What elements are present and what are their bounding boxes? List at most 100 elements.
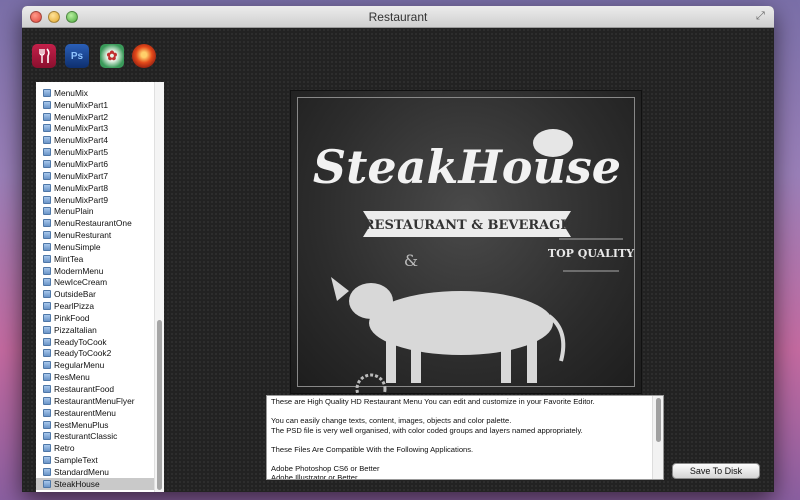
- fork-knife-icon[interactable]: [32, 44, 56, 68]
- list-item-label: SampleText: [54, 455, 98, 466]
- file-icon: [43, 112, 51, 121]
- file-icon: [43, 420, 51, 429]
- list-item-label: PearlPizza: [54, 301, 95, 312]
- template-list-items: MenuMix MenuMixPart1 MenuMixPart2 MenuMixPa…: [36, 87, 154, 490]
- list-item-label: MenuMixPart9: [54, 194, 108, 205]
- list-item[interactable]: MenuMixPart6: [36, 158, 154, 170]
- file-icon: [43, 171, 51, 180]
- file-icon: [43, 396, 51, 405]
- photoshop-icon[interactable]: Ps: [65, 44, 89, 68]
- list-item[interactable]: MenuMixPart9: [36, 194, 154, 206]
- list-item[interactable]: MenuMixPart8: [36, 182, 154, 194]
- preview-banner: RESTAURANT & BEVERAGE: [364, 218, 571, 233]
- list-item[interactable]: PizzaItalian: [36, 324, 154, 336]
- list-item[interactable]: ReadyToCook: [36, 336, 154, 348]
- list-item[interactable]: Retro: [36, 442, 154, 454]
- file-icon: [43, 373, 51, 382]
- list-item[interactable]: MenuMixPart5: [36, 146, 154, 158]
- list-item[interactable]: PinkFood: [36, 312, 154, 324]
- list-item-label: MenuPlain: [54, 206, 94, 217]
- list-item[interactable]: ModernMenu: [36, 265, 154, 277]
- description-scrollbar[interactable]: [652, 396, 663, 479]
- file-icon: [43, 231, 51, 240]
- description-text: These are High Quality HD Restaurant Men…: [271, 397, 649, 479]
- description-line: [271, 454, 649, 464]
- description-line: The PSD file is very well organised, wit…: [271, 425, 583, 435]
- list-item[interactable]: MenuSimple: [36, 241, 154, 253]
- list-item-label: MenuSimple: [54, 241, 101, 252]
- list-item[interactable]: StandardMenu: [36, 466, 154, 478]
- list-item-label: MenuMixPart5: [54, 147, 108, 158]
- list-item-label: ResturantClassic: [54, 431, 118, 442]
- list-item[interactable]: MenuMixPart7: [36, 170, 154, 182]
- file-icon: [43, 124, 51, 133]
- description-line: These are High Quality HD Restaurant Men…: [271, 397, 595, 406]
- template-list[interactable]: MenuMix MenuMixPart1 MenuMixPart2 MenuMixPa…: [36, 82, 164, 492]
- list-item-label: MenuRestaurantOne: [54, 218, 132, 229]
- browser-icon[interactable]: [132, 44, 156, 68]
- file-icon: [43, 444, 51, 453]
- file-icon: [43, 148, 51, 157]
- list-item-label: MenuMixPart1: [54, 99, 108, 110]
- list-item[interactable]: MenuMix: [36, 87, 154, 99]
- list-item[interactable]: RestMenuPlus: [36, 419, 154, 431]
- list-item[interactable]: RestaurentMenu: [36, 407, 154, 419]
- chef-hat: [533, 129, 573, 157]
- list-item-label: NewIceCream: [54, 277, 108, 288]
- list-item-label: MintTea: [54, 253, 84, 264]
- file-icon: [43, 290, 51, 299]
- description-scroll-thumb[interactable]: [656, 398, 661, 442]
- file-icon: [43, 337, 51, 346]
- title-bar: Restaurant ⤢: [22, 6, 774, 28]
- list-item-label: ModernMenu: [54, 265, 104, 276]
- list-item[interactable]: MintTea: [36, 253, 154, 265]
- list-item[interactable]: RegularMenu: [36, 359, 154, 371]
- list-item[interactable]: RestaurantMenuFlyer: [36, 395, 154, 407]
- file-icon: [43, 254, 51, 263]
- file-icon: [43, 479, 51, 488]
- list-item[interactable]: MenuMixPart1: [36, 99, 154, 111]
- list-item[interactable]: MenuMixPart3: [36, 123, 154, 135]
- list-item-label: RestaurentMenu: [54, 407, 116, 418]
- template-list-scrollbar[interactable]: [154, 82, 164, 492]
- list-item-label: RestaurantMenuFlyer: [54, 395, 135, 406]
- save-to-disk-button[interactable]: Save To Disk: [672, 463, 760, 479]
- list-item[interactable]: MenuPlain: [36, 205, 154, 217]
- list-item-label: ReadyToCook: [54, 336, 107, 347]
- description-line: You can easily change texts, content, im…: [271, 416, 512, 425]
- description-textarea[interactable]: These are High Quality HD Restaurant Men…: [266, 395, 664, 480]
- preview-ampersand: &: [404, 251, 418, 270]
- food-plate-icon[interactable]: ✿: [100, 44, 124, 68]
- list-item-label: SteakHouse: [54, 478, 100, 489]
- list-item[interactable]: OutsideBar: [36, 288, 154, 300]
- window-content: Ps ✿ MenuMix MenuMixPart1 MenuMixPart2 Menu…: [22, 28, 774, 492]
- list-item[interactable]: SampleText: [36, 454, 154, 466]
- list-item[interactable]: MenuResturant: [36, 229, 154, 241]
- file-icon: [43, 195, 51, 204]
- file-icon: [43, 88, 51, 97]
- file-icon: [43, 183, 51, 192]
- list-item[interactable]: RestaurantFood: [36, 383, 154, 395]
- file-icon: [43, 159, 51, 168]
- file-icon: [43, 266, 51, 275]
- list-item-label: OutsideBar: [54, 289, 96, 300]
- list-item[interactable]: ResMenu: [36, 371, 154, 383]
- description-line: Adobe Photoshop CS6 or Better: [271, 463, 380, 473]
- list-item[interactable]: ReadyToCook2: [36, 348, 154, 360]
- file-icon: [43, 278, 51, 287]
- list-item[interactable]: ResturantClassic: [36, 430, 154, 442]
- file-icon: [43, 313, 51, 322]
- list-item-label: MenuResturant: [54, 230, 112, 241]
- list-item[interactable]: MenuMixPart2: [36, 111, 154, 123]
- list-item[interactable]: NewIceCream: [36, 277, 154, 289]
- list-item[interactable]: MenuMixPart4: [36, 134, 154, 146]
- window-title: Restaurant: [368, 10, 428, 24]
- list-item-label: MenuMixPart4: [54, 135, 108, 146]
- list-item-label: MenuMixPart6: [54, 158, 108, 169]
- list-item[interactable]: SteakHouse: [36, 477, 154, 490]
- fullscreen-icon[interactable]: ⤢: [756, 10, 768, 22]
- list-item[interactable]: PearlPizza: [36, 300, 154, 312]
- scroll-thumb[interactable]: [157, 320, 162, 490]
- list-item[interactable]: MenuRestaurantOne: [36, 217, 154, 229]
- list-item-label: MenuMixPart2: [54, 111, 108, 122]
